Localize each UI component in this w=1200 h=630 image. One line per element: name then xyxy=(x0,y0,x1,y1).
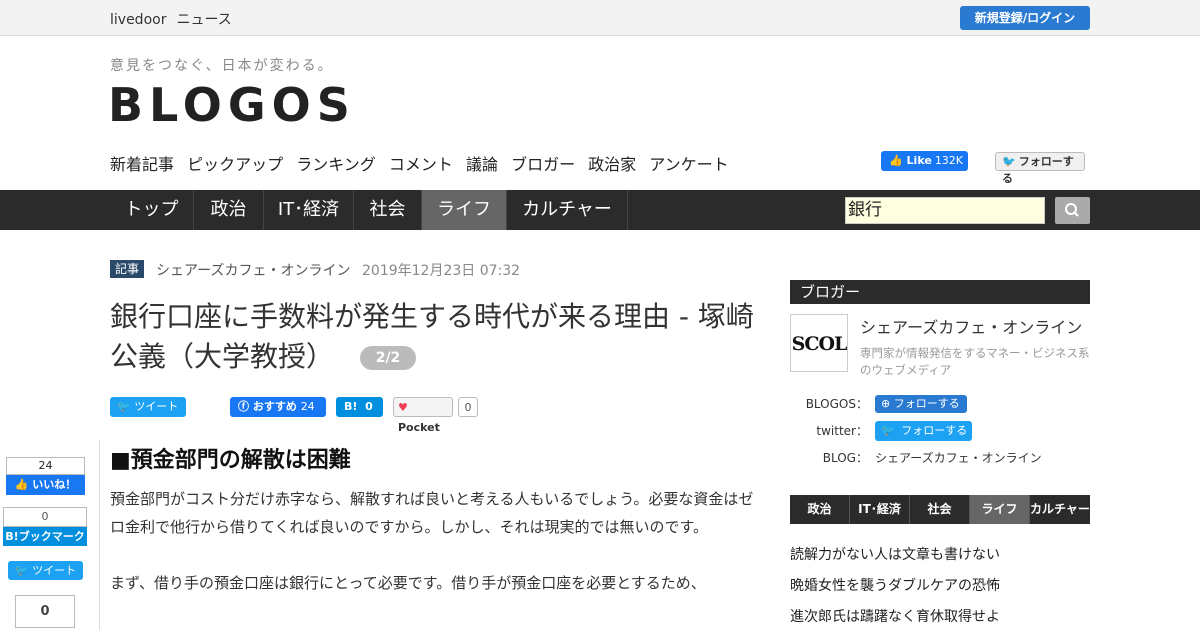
facebook-icon: ⓕ xyxy=(238,400,249,413)
hatena-label: B! xyxy=(344,400,358,413)
floating-like-count: 24 xyxy=(6,457,85,475)
article-paragraph: 預金部門がコスト分だけ赤字なら、解散すれば良いと考える人もいるでしょう。必要な資… xyxy=(110,490,754,536)
blog-name-link[interactable]: シェアーズカフェ・オンライン xyxy=(875,449,1042,466)
sidebar-tw-follow-text: フォローする xyxy=(901,424,968,437)
subnav-debate[interactable]: 議論 xyxy=(466,155,498,174)
tab-politics[interactable]: 政治 xyxy=(194,190,264,230)
search-icon xyxy=(1065,203,1079,217)
tab-society[interactable]: 社会 xyxy=(354,190,422,230)
sub-navigation: 新着記事 ピックアップ ランキング コメント 議論 ブロガー 政治家 アンケート xyxy=(110,151,737,175)
blogger-description: 専門家が情報発信をするマネー・ビジネス系のウェブメディア xyxy=(860,346,1090,377)
subnav-comment[interactable]: コメント xyxy=(389,155,453,174)
subnav-ranking[interactable]: ランキング xyxy=(296,155,376,174)
sidebar-blogger-heading: ブロガー xyxy=(790,280,1090,304)
floating-hatena-button[interactable]: B!ブックマーク xyxy=(3,527,87,546)
site-tagline: 意見をつなぐ、日本が変わる。 xyxy=(110,58,334,74)
tab-it-economy[interactable]: IT･経済 xyxy=(264,190,354,230)
fb-recommend-count: 24 xyxy=(300,400,315,413)
floating-like-label: いいね！ xyxy=(32,478,77,491)
twitter-follow-label: twitter： xyxy=(816,424,868,438)
hatena-bookmark-button[interactable]: B! 0 xyxy=(336,397,383,417)
sidebar-article-link[interactable]: 進次郎氏は躊躇なく育休取得せよ xyxy=(790,602,1090,630)
pocket-count: 0 xyxy=(458,397,478,417)
sidebar-category-tabs: 政治 IT･経済 社会 ライフ カルチャー xyxy=(790,495,1090,524)
floating-like-button[interactable]: 👍 いいね！ xyxy=(6,475,85,495)
fb-recommend-button[interactable]: ⓕ おすすめ 24 xyxy=(230,397,326,417)
subnav-survey[interactable]: アンケート xyxy=(649,155,728,174)
tweet-label: ツイート xyxy=(134,400,179,413)
article-body: 預金部門がコスト分だけ赤字なら、解散すれば良いと考える人もいるでしょう。必要な資… xyxy=(110,485,760,625)
floating-pocket-count[interactable]: 0 xyxy=(15,595,75,628)
side-tab-society[interactable]: 社会 xyxy=(910,495,970,524)
twitter-bird-icon: 🐦 xyxy=(117,400,131,413)
sidebar-article-list: 読解力がない人は文章も書けない 晩婚女性を襲うダブルケアの恐怖 進次郎氏は躊躇な… xyxy=(790,540,1090,630)
twitter-bird-icon: 🐦 xyxy=(14,564,29,577)
page-indicator-badge: 2/2 xyxy=(360,346,417,370)
article-date: 2019年12月23日 07:32 xyxy=(362,263,521,279)
tab-life[interactable]: ライフ xyxy=(422,190,507,230)
thumbs-up-icon: 👍 xyxy=(14,478,29,491)
side-tab-culture[interactable]: カルチャー xyxy=(1030,495,1090,524)
article-title-text: 銀行口座に手数料が発生する時代が来る理由 - 塚崎公義（大学教授） xyxy=(110,300,754,373)
article-title: 銀行口座に手数料が発生する時代が来る理由 - 塚崎公義（大学教授） 2/2 xyxy=(110,297,760,377)
sidebar-article-link[interactable]: 晩婚女性を襲うダブルケアの恐怖 xyxy=(790,571,1090,602)
tab-culture[interactable]: カルチャー xyxy=(507,190,628,230)
signup-login-button[interactable]: 新規登録/ログイン xyxy=(960,6,1090,30)
subnav-politician[interactable]: 政治家 xyxy=(588,155,636,174)
twitter-bird-icon: 🐦 xyxy=(1002,155,1016,168)
sidebar-article-link[interactable]: 読解力がない人は文章も書けない xyxy=(790,540,1090,571)
blogos-logo[interactable]: BLOGOS xyxy=(108,78,356,132)
side-tab-life[interactable]: ライフ xyxy=(970,495,1030,524)
blogos-follow-text: フォローする xyxy=(893,397,960,410)
article-paragraph: まず、借り手の預金口座は銀行にとって必要です。借り手が預金口座を必要とするため、 xyxy=(110,574,706,592)
article-category-badge: 記事 xyxy=(110,260,145,278)
tweet-button[interactable]: 🐦 ツイート xyxy=(110,397,186,417)
thumbs-up-icon: 👍 xyxy=(889,154,903,167)
subnav-pickup[interactable]: ピックアップ xyxy=(187,155,283,174)
fb-like-label: Like xyxy=(906,154,932,167)
floating-tweet-label: ツイート xyxy=(32,564,77,577)
pocket-label: Pocket xyxy=(398,421,440,434)
top-bar: livedoor ニュース 新規登録/ログイン xyxy=(0,0,1200,36)
side-tab-it-economy[interactable]: IT･経済 xyxy=(850,495,910,524)
pocket-button[interactable]: ♥ Pocket xyxy=(393,397,453,434)
floating-hatena-count: 0 xyxy=(3,507,87,527)
twitter-bird-icon: 🐦 xyxy=(881,424,895,437)
brand-livedoor[interactable]: livedoor xyxy=(110,12,166,28)
twitter-follow-button[interactable]: 🐦 フォローする xyxy=(995,152,1085,185)
brand-news[interactable]: ニュース xyxy=(176,12,231,28)
fb-recommend-label: おすすめ xyxy=(252,400,297,413)
blogos-follow-button[interactable]: ⊕ フォローする xyxy=(875,395,967,413)
blogger-logo[interactable]: SCOL xyxy=(790,314,848,372)
subnav-new-articles[interactable]: 新着記事 xyxy=(110,155,174,174)
sidebar-twitter-follow-button[interactable]: 🐦 フォローする xyxy=(875,421,972,441)
livedoor-news-brand[interactable]: livedoor ニュース xyxy=(110,9,242,29)
article-source[interactable]: シェアーズカフェ・オンライン xyxy=(156,260,350,280)
hatena-count: 0 xyxy=(365,400,373,413)
side-tab-politics[interactable]: 政治 xyxy=(790,495,850,524)
pocket-icon: ♥ xyxy=(398,401,408,414)
search-button[interactable] xyxy=(1055,197,1090,224)
plus-icon: ⊕ xyxy=(881,397,891,410)
blogos-follow-label: BLOGOS： xyxy=(805,397,868,411)
fb-like-count: 132K xyxy=(934,154,964,167)
blogger-name[interactable]: シェアーズカフェ・オンライン xyxy=(860,314,1082,338)
blog-label: BLOG： xyxy=(822,451,868,465)
subnav-blogger[interactable]: ブロガー xyxy=(511,155,575,174)
search-input[interactable]: 銀行 xyxy=(845,197,1045,224)
facebook-like-button[interactable]: 👍 Like 132K xyxy=(881,151,968,171)
tab-top[interactable]: トップ xyxy=(110,190,194,230)
floating-tweet-button[interactable]: 🐦 ツイート xyxy=(8,561,83,580)
section-heading: ■預金部門の解散は困難 xyxy=(110,448,351,473)
